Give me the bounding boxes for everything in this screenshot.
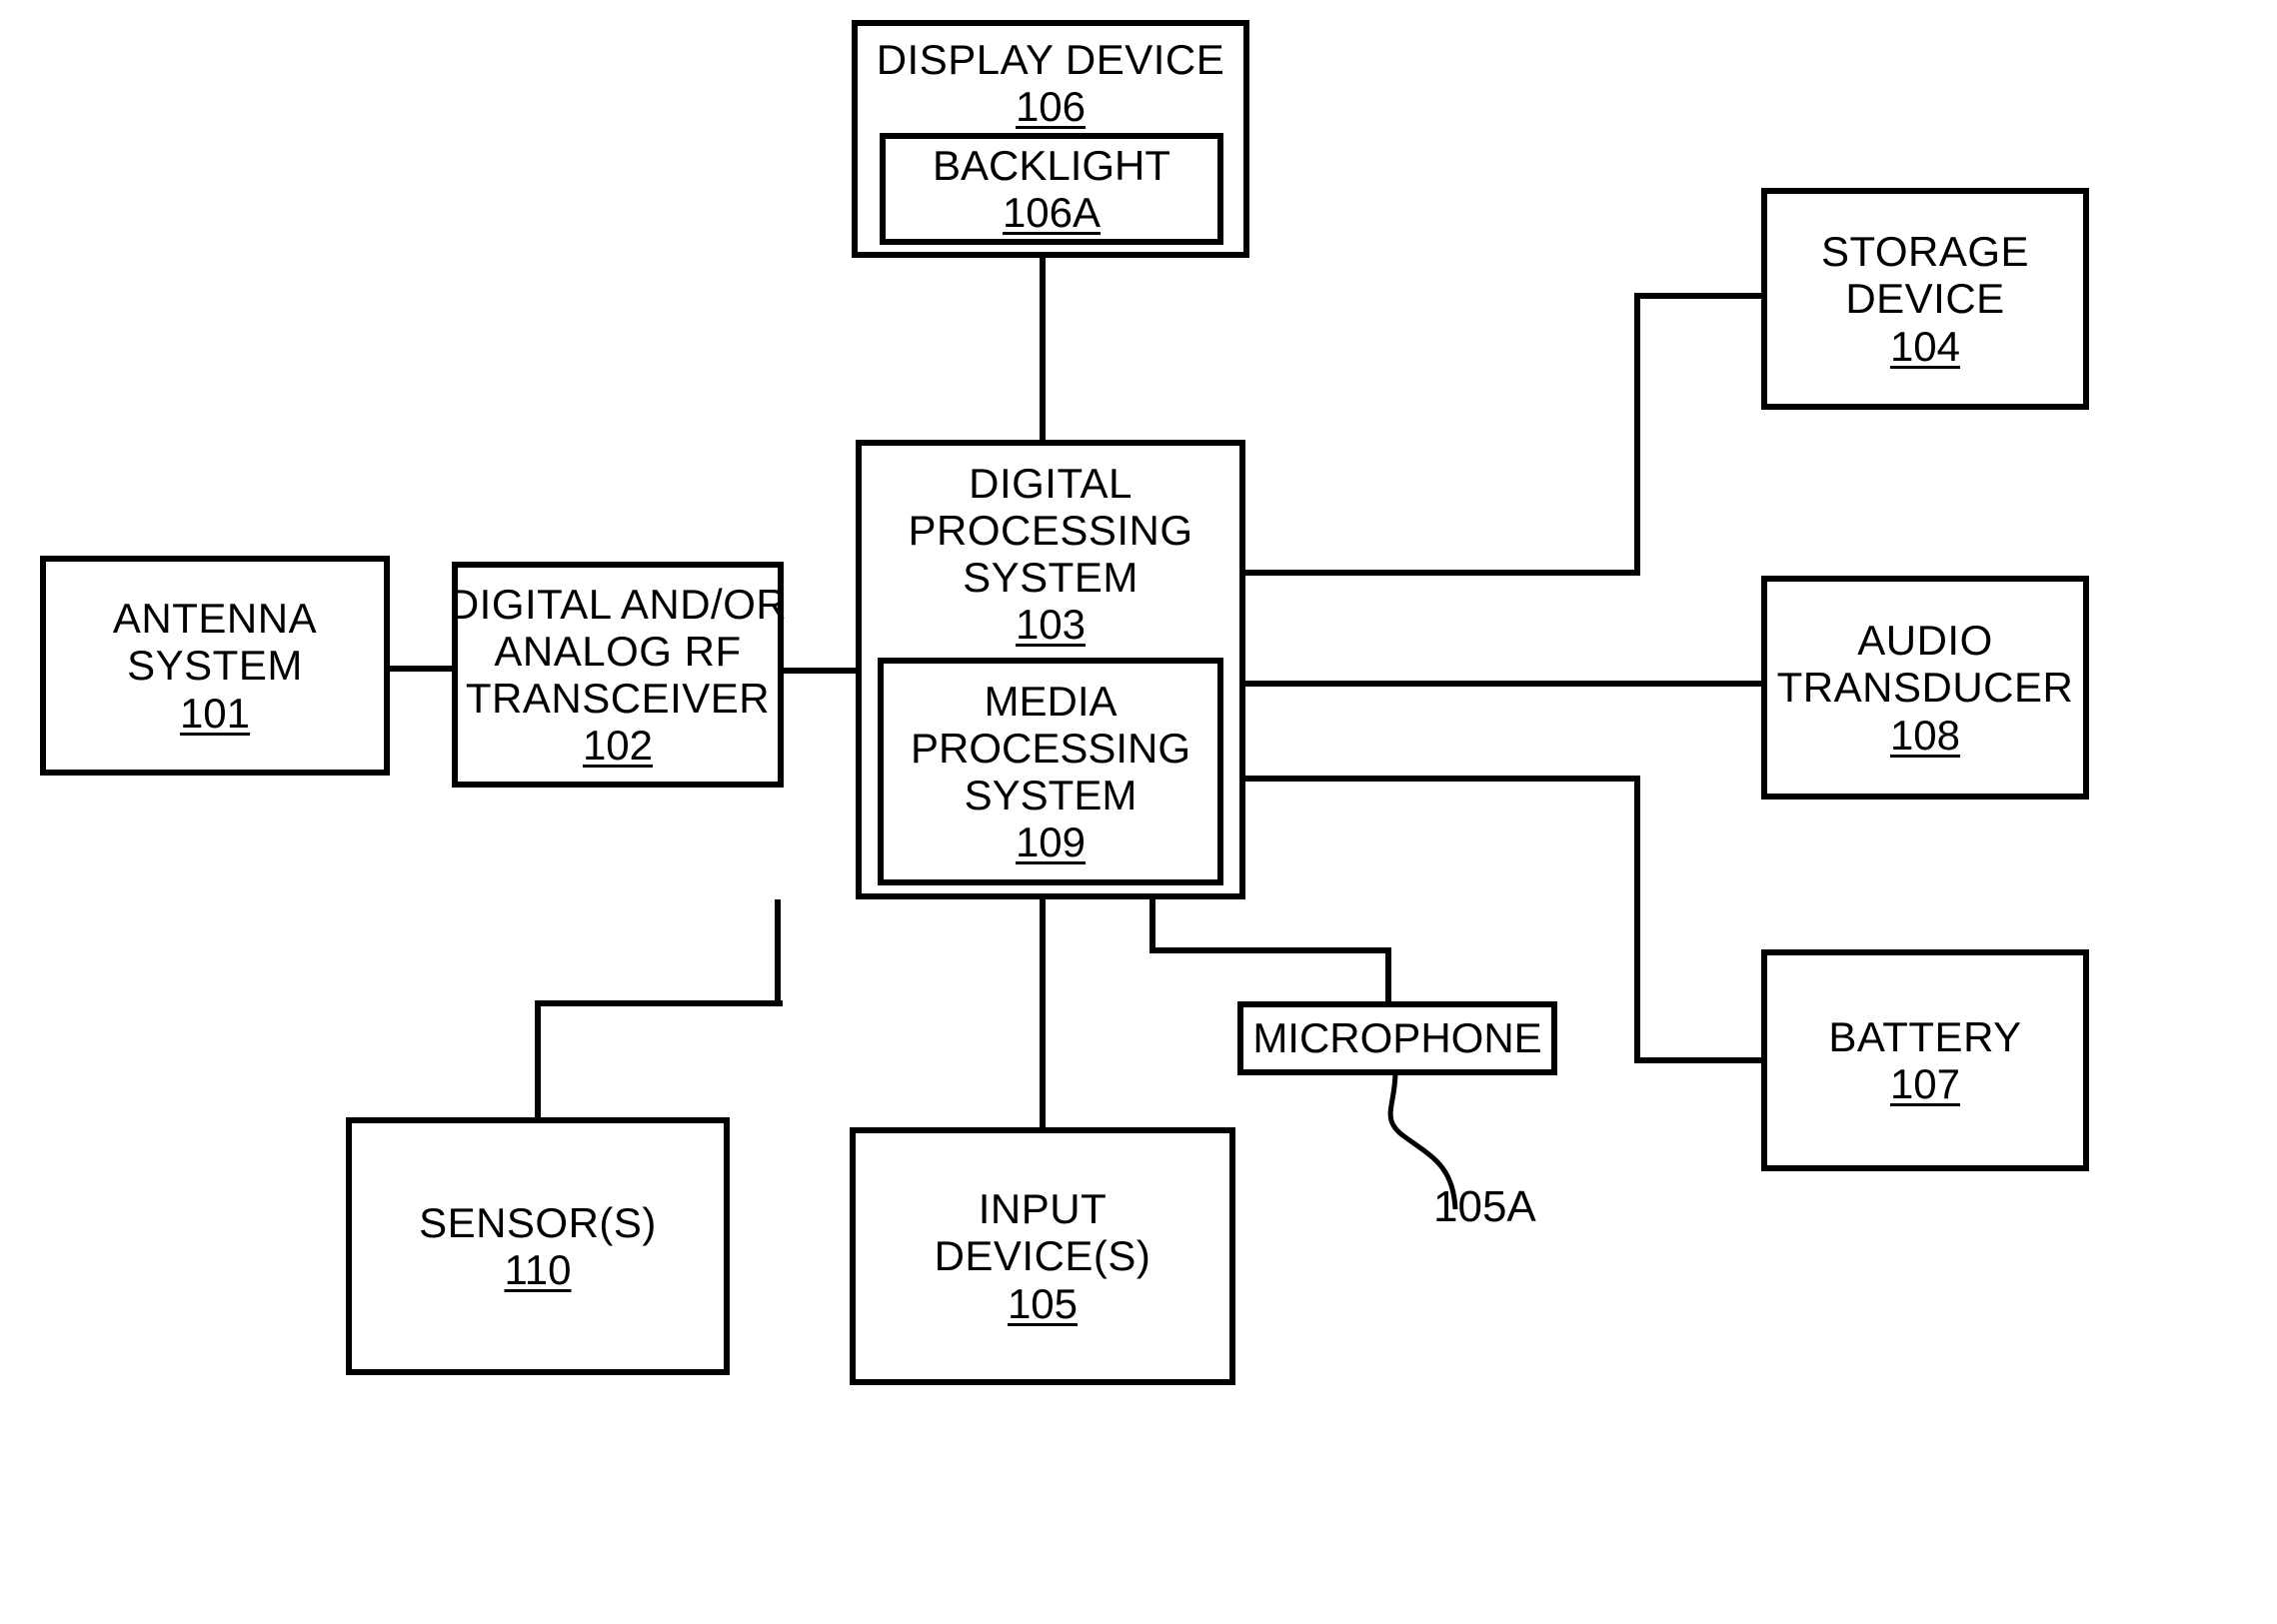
wire-transceiver-to-dps (783, 668, 858, 674)
backlight-ref: 106A (1002, 189, 1102, 236)
wire-antenna-to-transceiver (388, 666, 454, 672)
mps-label-line2: PROCESSING (910, 724, 1191, 772)
rf-transceiver-ref: 102 (582, 722, 654, 770)
wire-dps-to-storage-v (1634, 293, 1640, 576)
dps-ref: 103 (1015, 601, 1087, 649)
block-microphone[interactable]: MICROPHONE (1237, 1001, 1557, 1075)
wire-dps-to-sensors-v2 (535, 1000, 541, 1118)
block-rf-transceiver[interactable]: DIGITAL AND/OR ANALOG RF TRANSCEIVER 102 (448, 562, 788, 788)
dps-label-line3: SYSTEM (963, 554, 1138, 602)
block-sensors[interactable]: SENSOR(S) 110 (346, 1117, 730, 1375)
storage-device-label-line1: STORAGE (1820, 228, 2030, 276)
dps-label-line2: PROCESSING (908, 507, 1193, 555)
wire-display-to-dps (1040, 252, 1046, 442)
audio-transducer-label-line1: AUDIO (1857, 617, 1993, 665)
wire-mps-to-battery-v (1634, 776, 1640, 1063)
antenna-system-label-line1: ANTENNA (112, 595, 318, 643)
display-device-label: DISPLAY DEVICE (876, 36, 1225, 83)
wire-dps-to-microphone-v1 (1149, 899, 1155, 953)
figure-canvas: DISPLAY DEVICE 106 BACKLIGHT 106A STORAG… (0, 0, 2277, 1624)
storage-device-ref: 104 (1889, 322, 1961, 370)
microphone-label: MICROPHONE (1252, 1014, 1542, 1061)
sensors-label: SENSOR(S) (419, 1198, 657, 1246)
microphone-callout-ref: 105A (1433, 1182, 1536, 1231)
block-media-processing-system[interactable]: MEDIA PROCESSING SYSTEM 109 (878, 658, 1223, 885)
microphone-callout-leader (1387, 1070, 1458, 1210)
wire-dps-to-microphone-v2 (1385, 947, 1391, 1005)
input-devices-label-line1: INPUT (978, 1185, 1108, 1233)
battery-ref: 107 (1889, 1060, 1961, 1107)
backlight-label: BACKLIGHT (932, 141, 1171, 189)
wire-dps-to-sensors-v1 (775, 899, 781, 1005)
wire-dps-to-microphone-h (1149, 947, 1391, 953)
rf-transceiver-label-line1: DIGITAL AND/OR (448, 580, 788, 628)
rf-transceiver-label-line3: TRANSCEIVER (465, 675, 771, 722)
block-antenna-system[interactable]: ANTENNA SYSTEM 101 (40, 556, 390, 776)
audio-transducer-ref: 108 (1889, 711, 1961, 759)
block-storage-device[interactable]: STORAGE DEVICE 104 (1761, 188, 2089, 410)
mps-ref: 109 (1015, 818, 1087, 866)
display-device-ref: 106 (1015, 83, 1087, 131)
wire-mps-to-battery-h1 (1245, 776, 1640, 782)
rf-transceiver-label-line2: ANALOG RF (494, 627, 742, 675)
antenna-system-label-line2: SYSTEM (127, 642, 303, 690)
mps-label-line3: SYSTEM (964, 772, 1138, 818)
input-devices-label-line2: DEVICE(S) (934, 1232, 1151, 1280)
wire-mps-to-audio (1245, 681, 1765, 687)
block-input-devices[interactable]: INPUT DEVICE(S) 105 (850, 1127, 1235, 1385)
input-devices-ref: 105 (1007, 1279, 1079, 1327)
wire-dps-to-input-devices (1040, 899, 1046, 1129)
sensors-ref: 110 (504, 1246, 572, 1293)
audio-transducer-label-line2: TRANSDUCER (1776, 664, 2074, 712)
block-backlight[interactable]: BACKLIGHT 106A (880, 133, 1223, 245)
wire-mps-to-battery-h2 (1634, 1057, 1764, 1063)
wire-dps-to-storage-h1 (1245, 570, 1640, 576)
battery-label: BATTERY (1828, 1012, 2022, 1060)
block-audio-transducer[interactable]: AUDIO TRANSDUCER 108 (1761, 576, 2089, 800)
wire-dps-to-storage-h2 (1634, 293, 1764, 299)
storage-device-label-line2: DEVICE (1845, 275, 2005, 323)
dps-label-line1: DIGITAL (969, 460, 1133, 507)
wire-dps-to-sensors-h (535, 1000, 783, 1006)
mps-label-line1: MEDIA (984, 677, 1118, 725)
antenna-system-ref: 101 (179, 689, 251, 737)
block-battery[interactable]: BATTERY 107 (1761, 949, 2089, 1171)
